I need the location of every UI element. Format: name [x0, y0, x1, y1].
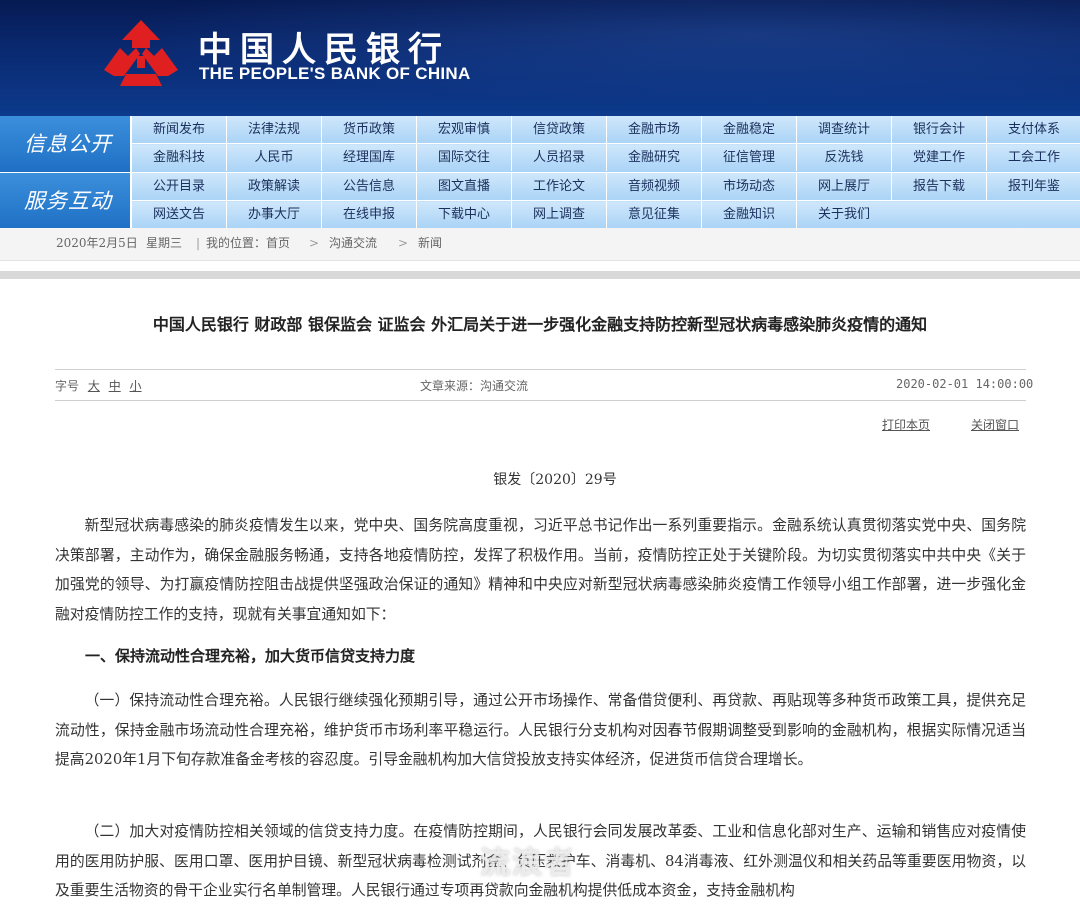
article-paragraph-2: （一）保持流动性合理充裕。人民银行继续强化预期引导，通过公开市场操作、常备借贷便… [55, 686, 1026, 775]
nav-link[interactable]: 关于我们 [796, 201, 891, 228]
article-title: 中国人民银行 财政部 银保监会 证监会 外汇局关于进一步强化金融支持防控新型冠状… [152, 315, 928, 334]
nav-link[interactable]: 反洗钱 [796, 144, 891, 171]
nav-link[interactable]: 工会工作 [986, 144, 1080, 171]
nav-link[interactable]: 办事大厅 [226, 201, 321, 228]
nav-link[interactable]: 货币政策 [321, 116, 416, 143]
nav-link[interactable]: 金融知识 [701, 201, 796, 228]
breadcrumb-divider: | [196, 236, 201, 250]
nav-link[interactable]: 音频视频 [606, 173, 701, 200]
nav-link[interactable]: 网上调查 [511, 201, 606, 228]
nav-link[interactable]: 报刊年鉴 [986, 173, 1080, 200]
article-paragraph-1: 新型冠状病毒感染的肺炎疫情发生以来，党中央、国务院高度重视，习近平总书记作出一系… [55, 511, 1026, 629]
nav-section-service: 服务互动 公开目录 政策解读 公告信息 图文直播 工作论文 音频视频 市场动态 网上展厅 报告下… [0, 172, 1080, 229]
nav-link[interactable]: 市场动态 [701, 173, 796, 200]
main-navigation: 信息公开 新闻发布 法律法规 货币政策 宏观审慎 信贷政策 金融市场 金融稳定 调查统计 银行会… [0, 116, 1080, 229]
close-window-link[interactable]: 关闭窗口 [971, 416, 1019, 433]
nav-link[interactable]: 图文直播 [416, 173, 511, 200]
paragraph-text: （一）保持流动性合理充裕。人民银行继续强化预期引导，通过公开市场操作、常备借贷便… [55, 692, 1026, 768]
section-heading-1: 一、保持流动性合理充裕，加大货币信贷支持力度 [85, 647, 416, 665]
nav-link[interactable]: 工作论文 [511, 173, 606, 200]
content-divider [0, 271, 1080, 279]
nav-link[interactable]: 征信管理 [701, 144, 796, 171]
breadcrumb-separator: > [309, 236, 320, 250]
breadcrumb: 2020年2月5日 星期三 | 我的位置：首页 > 沟通交流 > 新闻 [0, 228, 1080, 261]
font-large-link[interactable]: 大 [88, 379, 100, 393]
nav-link[interactable]: 金融研究 [606, 144, 701, 171]
nav-link[interactable]: 经理国库 [321, 144, 416, 171]
nav-link[interactable]: 宏观审慎 [416, 116, 511, 143]
nav-section-title-info[interactable]: 信息公开 [0, 116, 132, 172]
breadcrumb-separator: > [398, 236, 409, 250]
publish-datetime: 2020-02-01 14:00:00 [896, 377, 1034, 391]
nav-link[interactable]: 在线申报 [321, 201, 416, 228]
nav-link[interactable]: 新闻发布 [131, 116, 226, 143]
print-page-link[interactable]: 打印本页 [882, 416, 930, 433]
font-medium-link[interactable]: 中 [109, 379, 121, 393]
nav-link[interactable]: 意见征集 [606, 201, 701, 228]
article-source: 文章来源：沟通交流 [420, 379, 529, 393]
font-size-label: 字号 [55, 379, 80, 393]
nav-link[interactable]: 人员招录 [511, 144, 606, 171]
pboc-emblem-icon[interactable] [100, 18, 182, 90]
document-number: 银发〔2020〕29号 [493, 472, 617, 488]
nav-link[interactable]: 网上展厅 [796, 173, 891, 200]
breadcrumb-home-link[interactable]: 我的位置：首页 [206, 228, 290, 258]
nav-link[interactable]: 法律法规 [226, 116, 321, 143]
breadcrumb-level2-link[interactable]: 新闻 [418, 228, 442, 258]
site-header: 中国人民银行 THE PEOPLE'S BANK OF CHINA [0, 0, 1080, 116]
nav-link[interactable]: 国际交往 [416, 144, 511, 171]
font-size-controls: 字号 大 中 小 [55, 377, 142, 394]
nav-link[interactable]: 金融稳定 [701, 116, 796, 143]
current-date: 2020年2月5日 [56, 236, 138, 250]
font-small-link[interactable]: 小 [130, 379, 142, 393]
nav-section-title-service[interactable]: 服务互动 [0, 173, 132, 229]
nav-link[interactable]: 银行会计 [891, 116, 986, 143]
nav-link[interactable]: 调查统计 [796, 116, 891, 143]
current-weekday: 星期三 [146, 236, 183, 250]
nav-link[interactable]: 公开目录 [131, 173, 226, 200]
meta-top-rule [55, 369, 1026, 370]
paragraph-text: 新型冠状病毒感染的肺炎疫情发生以来，党中央、国务院高度重视，习近平总书记作出一系… [55, 517, 1026, 623]
nav-link[interactable]: 公告信息 [321, 173, 416, 200]
logo-english-text: THE PEOPLE'S BANK OF CHINA [199, 64, 471, 83]
nav-link[interactable]: 金融市场 [606, 116, 701, 143]
nav-link[interactable]: 信贷政策 [511, 116, 606, 143]
nav-section-info: 信息公开 新闻发布 法律法规 货币政策 宏观审慎 信贷政策 金融市场 金融稳定 调查统计 银行会… [0, 116, 1080, 172]
watermark-text: 流浪者 [480, 846, 576, 881]
meta-bottom-rule [55, 400, 1026, 401]
nav-link[interactable]: 政策解读 [226, 173, 321, 200]
nav-link[interactable]: 金融科技 [131, 144, 226, 171]
nav-link[interactable]: 下载中心 [416, 201, 511, 228]
breadcrumb-level1-link[interactable]: 沟通交流 [329, 228, 377, 258]
nav-link[interactable]: 党建工作 [891, 144, 986, 171]
nav-link[interactable]: 网送文告 [131, 201, 226, 228]
nav-link[interactable]: 人民币 [226, 144, 321, 171]
nav-link[interactable]: 报告下载 [891, 173, 986, 200]
nav-link[interactable]: 支付体系 [986, 116, 1080, 143]
